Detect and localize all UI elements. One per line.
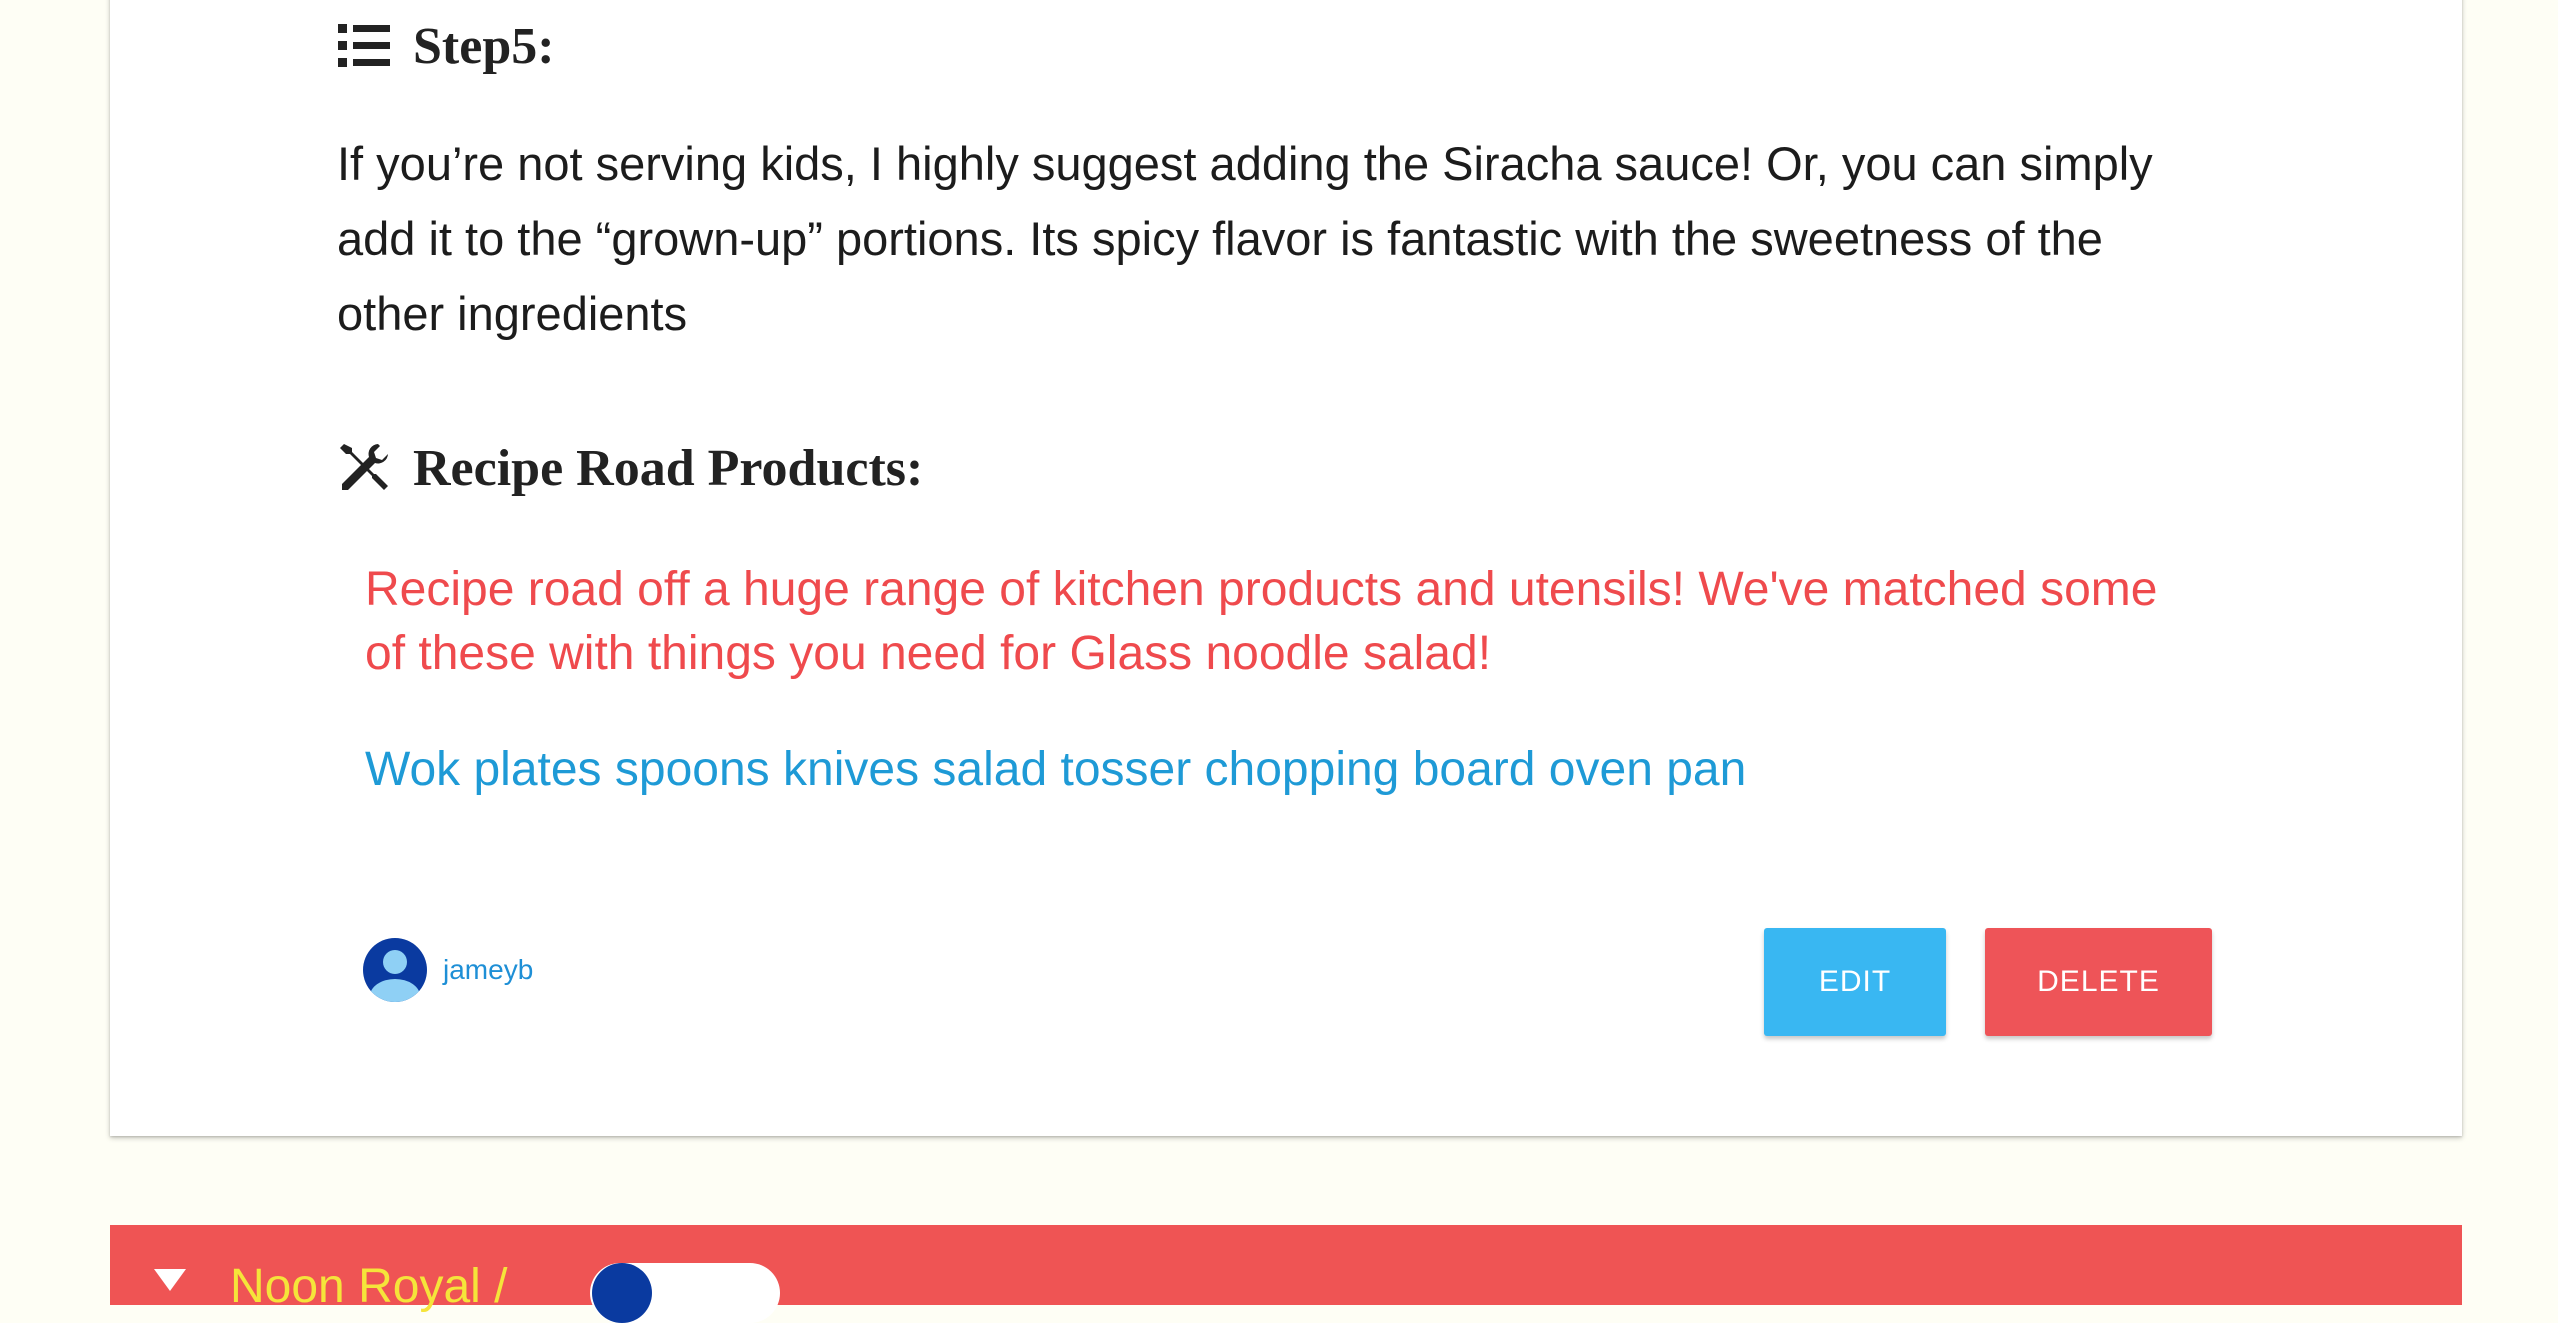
author-username[interactable]: jameyb xyxy=(443,954,533,986)
author[interactable]: jameyb xyxy=(363,938,533,1002)
step-instructions: If you’re not serving kids, I highly sug… xyxy=(337,137,2153,340)
products-heading-label: Recipe Road Products: xyxy=(413,439,924,497)
next-recipe-title[interactable]: Noon Royal / xyxy=(230,1259,507,1314)
tools-icon xyxy=(337,441,391,495)
step-heading: Step5: xyxy=(337,14,555,78)
products-list[interactable]: Wok plates spoons knives salad tosser ch… xyxy=(365,738,2265,802)
next-recipe-avatar-icon[interactable] xyxy=(592,1263,652,1323)
step-heading-label: Step5: xyxy=(413,17,555,75)
delete-button[interactable]: DELETE xyxy=(1985,928,2212,1036)
list-icon xyxy=(337,19,391,73)
products-heading: Recipe Road Products: xyxy=(337,436,923,500)
user-avatar-icon[interactable] xyxy=(363,938,427,1002)
edit-button[interactable]: EDIT xyxy=(1764,928,1946,1036)
next-recipe-card-header[interactable]: Noon Royal / xyxy=(110,1225,2462,1323)
hourglass-icon xyxy=(154,1269,186,1291)
products-intro: Recipe road off a huge range of kitchen … xyxy=(365,563,2158,680)
